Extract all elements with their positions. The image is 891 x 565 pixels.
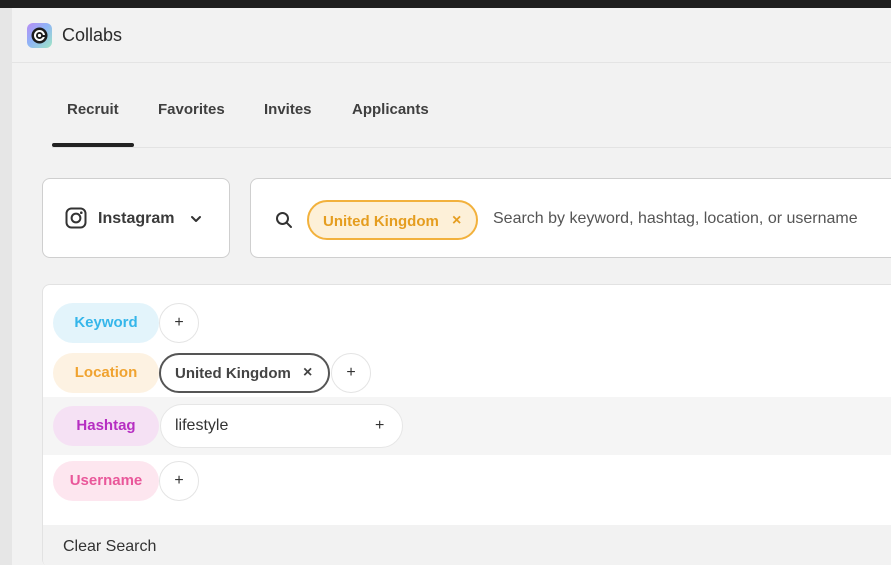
hashtag-input[interactable]: [175, 415, 355, 437]
filter-row-keyword: Keyword +: [43, 295, 891, 351]
app-title: Collabs: [62, 25, 123, 45]
tab-recruit[interactable]: Recruit: [67, 101, 119, 118]
app-logo-icon: [27, 23, 52, 48]
search-icon: [276, 212, 292, 228]
chevron-down-icon: [191, 216, 201, 222]
location-value-label: United Kingdom: [175, 365, 291, 382]
tabs-divider: [52, 147, 891, 148]
app-header: Collabs: [12, 8, 891, 63]
platform-label: Instagram: [98, 210, 175, 227]
add-username-button[interactable]: +: [159, 461, 199, 501]
platform-dropdown[interactable]: Instagram: [42, 178, 230, 258]
hashtag-input-field: +: [160, 404, 403, 448]
clear-bar: Clear Search: [43, 525, 891, 565]
window-top-bar: [0, 0, 891, 8]
search-input[interactable]: [493, 206, 891, 232]
search-chip-label: United Kingdom: [323, 213, 439, 230]
add-location-button[interactable]: +: [331, 353, 371, 393]
filter-row-hashtag: Hashtag +: [43, 397, 891, 455]
instagram-icon: [65, 207, 87, 229]
search-box[interactable]: United Kingdom ×: [250, 178, 891, 258]
location-pill: Location: [53, 353, 159, 393]
username-pill: Username: [53, 461, 159, 501]
add-keyword-button[interactable]: +: [159, 303, 199, 343]
keyword-pill: Keyword: [53, 303, 159, 343]
filter-row-location: Location United Kingdom × +: [43, 345, 891, 401]
hashtag-pill: Hashtag: [53, 406, 159, 446]
tab-invites[interactable]: Invites: [264, 101, 312, 118]
add-hashtag-button[interactable]: +: [375, 417, 384, 435]
active-tab-indicator: [52, 143, 134, 147]
main-panel: Collabs Recruit Favorites Invites Applic…: [12, 8, 891, 565]
left-gutter: [0, 8, 12, 565]
location-remove-icon[interactable]: ×: [303, 364, 312, 382]
search-chip-location: United Kingdom ×: [307, 200, 478, 240]
tab-favorites[interactable]: Favorites: [158, 101, 225, 118]
filter-row-username: Username +: [43, 455, 891, 511]
location-value-chip: United Kingdom ×: [159, 353, 330, 393]
search-chip-remove-icon[interactable]: ×: [452, 212, 461, 230]
clear-search-button[interactable]: Clear Search: [63, 538, 156, 556]
filter-panel: Keyword + Location United Kingdom × + Ha…: [42, 284, 891, 565]
tab-applicants[interactable]: Applicants: [352, 101, 429, 118]
